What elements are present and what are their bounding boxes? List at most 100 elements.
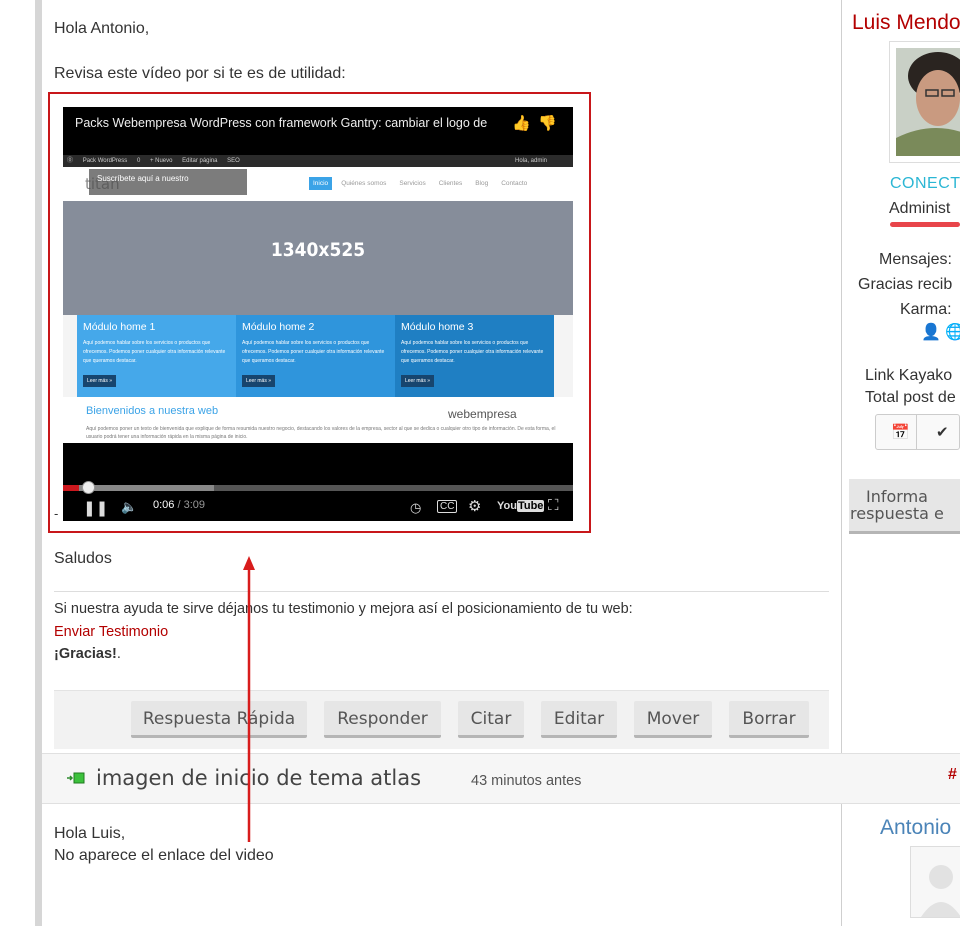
post-intro: Revisa este vídeo por si te es de utilid… (54, 65, 346, 82)
video-frame-content: ⓪ Pack WordPress 0 + Nuevo Editar página… (63, 155, 573, 443)
globe-icon[interactable]: 🌐 (945, 322, 960, 342)
nav-item: Quiénes somos (341, 180, 387, 187)
karma-label: Karma: (900, 301, 952, 318)
module-text: Aquí podemos hablar sobre los servicios … (83, 340, 226, 364)
volume-icon[interactable]: 🔈 (121, 499, 137, 515)
author-avatar[interactable] (889, 41, 960, 163)
welcome-title: Bienvenidos a nuestra web (86, 405, 219, 417)
pause-icon[interactable]: ❚❚ (83, 499, 108, 517)
user-icon[interactable]: 👤 (921, 322, 941, 342)
wp-admin-bar: ⓪ Pack WordPress 0 + Nuevo Editar página… (63, 155, 573, 167)
nav-item: Clientes (438, 180, 463, 187)
signature-text: Si nuestra ayuda te sirve déjanos tu tes… (54, 601, 633, 617)
total-posts-link[interactable]: Total post de (865, 389, 956, 407)
post2-greeting: Hola Luis, (54, 825, 126, 842)
forum-page: Hola Antonio, Revisa este vídeo por si t… (0, 0, 960, 926)
wpbar-user: Hola, admin (514, 158, 547, 164)
module-button: Leer más » (401, 375, 435, 387)
module-text: Aquí podemos hablar sobre los servicios … (242, 340, 385, 364)
post-permalink[interactable]: # (948, 766, 957, 784)
online-status: CONECT (890, 175, 960, 192)
delete-button[interactable]: Borrar (729, 701, 809, 738)
wpbar-item: Editar página (182, 158, 218, 164)
wpbar-item: + Nuevo (149, 158, 173, 164)
role-bar (890, 222, 960, 227)
new-post-icon (67, 772, 85, 784)
post-dash: - (54, 506, 59, 521)
post-action-toolbar: Respuesta Rápida Responder Citar Editar … (54, 690, 829, 749)
move-button[interactable]: Mover (634, 701, 712, 738)
signature-divider (54, 591, 829, 592)
kayako-link[interactable]: Link Kayako (865, 367, 952, 385)
wpbar-item: Pack WordPress (82, 158, 128, 164)
video-title[interactable]: Packs Webempresa WordPress con framework… (75, 116, 495, 130)
module-title: Módulo home 1 (83, 321, 156, 333)
left-border (35, 0, 42, 926)
module-text: Aquí podemos hablar sobre los servicios … (401, 340, 544, 364)
watch-later-icon[interactable]: ◷ (410, 500, 421, 516)
nav-item: Blog (475, 180, 489, 187)
quote-button[interactable]: Citar (458, 701, 524, 738)
progress-played (63, 485, 80, 491)
signature-thanks: ¡Gracias!. (54, 646, 121, 662)
post2-body: No aparece el enlace del video (54, 847, 274, 864)
author-role: Administ (889, 200, 951, 217)
thanks-received-label: Gracias recib (858, 276, 953, 293)
welcome-section: Bienvenidos a nuestra web webempresa Aqu… (63, 397, 573, 443)
video-progress-bar[interactable] (63, 485, 573, 491)
fullscreen-icon[interactable]: ⛶ (548, 497, 559, 514)
author2-avatar[interactable] (910, 846, 960, 918)
post-greeting: Hola Antonio, (54, 20, 150, 37)
nav-item: Inicio (309, 177, 333, 190)
youtube-video-player[interactable]: Packs Webempresa WordPress con framework… (63, 107, 573, 521)
home-module: Módulo home 1 Aquí podemos hablar sobre … (77, 315, 236, 397)
author-name[interactable]: Luis Mendo (852, 11, 960, 35)
default-avatar-icon (921, 865, 960, 917)
reply-button[interactable]: Responder (324, 701, 441, 738)
module-button: Leer más » (242, 375, 276, 387)
post-time: 43 minutos antes (471, 773, 582, 789)
time-current: 0:06 (153, 499, 175, 511)
welcome-text: Aquí podemos poner un texto de bienvenid… (86, 426, 556, 440)
edit-button[interactable]: Editar (541, 701, 617, 738)
video-time: 0:06 / 3:09 (153, 499, 205, 511)
calendar-icon[interactable]: 📅 (891, 423, 910, 441)
info-line2: respuesta e (850, 504, 944, 523)
avatar-photo (896, 48, 960, 156)
author2-name[interactable]: Antonio (880, 816, 951, 840)
progress-scrubber[interactable] (82, 481, 95, 494)
module-title: Módulo home 3 (401, 321, 474, 333)
messages-label: Mensajes: (879, 251, 952, 268)
settings-gear-icon[interactable]: ⚙ (468, 497, 481, 515)
home-module: Módulo home 3 Aquí podemos hablar sobre … (395, 315, 554, 397)
column-divider (841, 804, 842, 926)
info-response-button[interactable]: Informa respuesta e (849, 479, 960, 534)
testimonial-link[interactable]: Enviar Testimonio (54, 624, 168, 640)
video-controls: ❚❚ 🔈 0:06 / 3:09 ◷ CC ⚙ YouTube ⛶ (63, 496, 573, 521)
thumbs-up-icon[interactable]: 👍 (512, 114, 531, 132)
wp-logo-icon: ⓪ (67, 158, 74, 164)
thanks-bold: ¡Gracias! (54, 646, 117, 662)
home-module: Módulo home 2 Aquí podemos hablar sobre … (236, 315, 395, 397)
post-title[interactable]: imagen de inicio de tema atlas (96, 766, 421, 790)
wpbar-item: 0 (136, 158, 141, 164)
button-separator (916, 415, 917, 449)
webempresa-logo: webempresa (448, 407, 517, 421)
subscribe-overlay[interactable]: Suscríbete aquí a nuestro (89, 169, 247, 195)
youtube-logo-icon[interactable]: YouTube (497, 500, 545, 512)
module-title: Módulo home 2 (242, 321, 315, 333)
module-button: Leer más » (83, 375, 117, 387)
nav-item: Servicios (399, 180, 426, 187)
checkmark-icon[interactable]: ✔ (936, 423, 949, 441)
thumbs-down-icon[interactable]: 👎 (538, 114, 557, 132)
column-divider (841, 0, 842, 753)
wpbar-item: SEO (227, 158, 240, 164)
hero-size-label: 1340x525 (270, 239, 366, 261)
thanks-end: . (116, 646, 121, 662)
person-photo-icon (896, 48, 960, 156)
author-action-buttons: 📅 ✔ (875, 414, 960, 450)
quick-reply-button[interactable]: Respuesta Rápida (131, 701, 307, 738)
captions-icon[interactable]: CC (437, 500, 458, 513)
site-nav: Inicio Quiénes somos Servicios Clientes Blog… (309, 177, 536, 190)
nav-item: Contacto (501, 180, 528, 187)
